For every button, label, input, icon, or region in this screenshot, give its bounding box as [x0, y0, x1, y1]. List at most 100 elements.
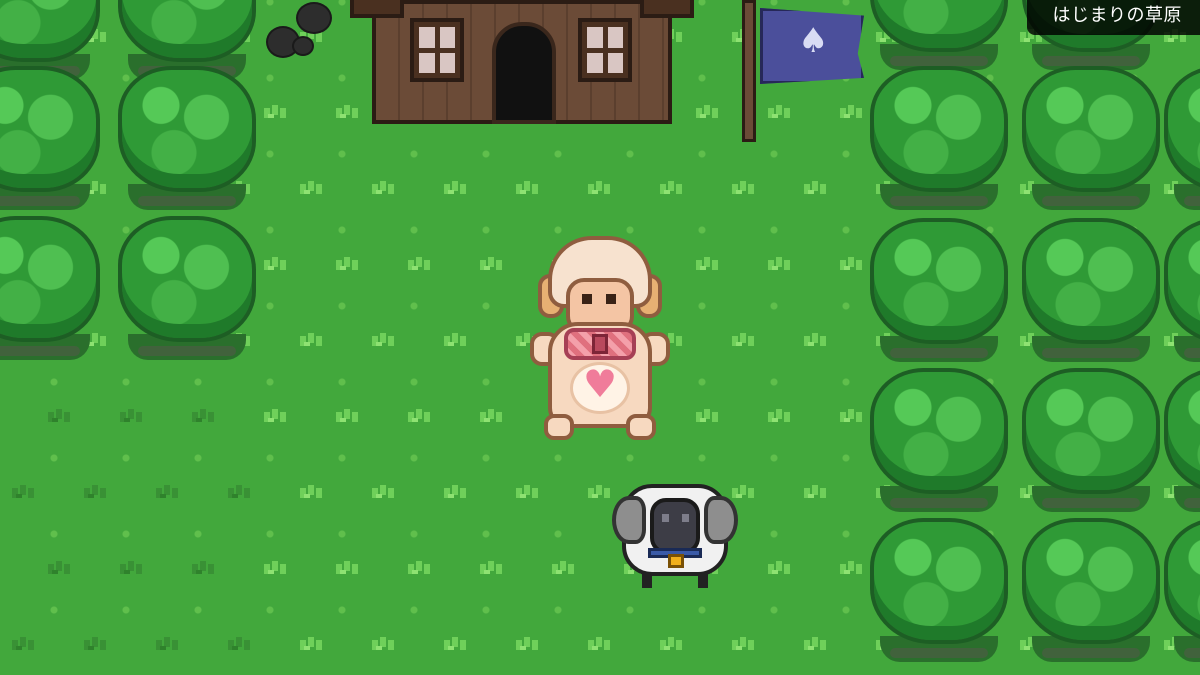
grass-tuft: [332, 258, 358, 270]
grass-tuft: [584, 486, 610, 498]
grass-tuft: [260, 410, 286, 422]
grass-tuft: [152, 486, 178, 498]
grass-tuft: [440, 182, 466, 194]
tree: [1018, 70, 1164, 210]
grass-tuft: [764, 106, 790, 118]
player-character[interactable]: ♥: [530, 236, 670, 442]
grass-tuft: [728, 182, 754, 194]
grass-tuft: [800, 486, 826, 498]
grass-tuft: [584, 638, 610, 650]
grass-tuft: [332, 410, 358, 422]
house[interactable]: [350, 0, 694, 128]
grass-tuft: [8, 638, 34, 650]
grass-tuft: [368, 486, 394, 498]
sheep-horn: [612, 496, 646, 544]
grass-tuft: [656, 182, 682, 194]
grass-tuft: [404, 258, 430, 270]
grass-tuft: [656, 638, 682, 650]
grass-tuft: [8, 486, 34, 498]
grass-tuft: [836, 106, 862, 118]
tree: [114, 220, 260, 360]
tree: [1018, 372, 1164, 512]
grass-tuft: [260, 562, 286, 574]
grass-tuft: [800, 334, 826, 346]
grass-tuft: [692, 106, 718, 118]
sheep[interactable]: [612, 480, 738, 590]
tree: [1018, 222, 1164, 362]
grass-tuft: [224, 486, 250, 498]
tree: [114, 0, 260, 80]
grass-tuft: [764, 258, 790, 270]
grass-tuft: [80, 638, 106, 650]
grass-tuft: [404, 562, 430, 574]
grass-tuft: [44, 410, 70, 422]
grass-tuft: [836, 258, 862, 270]
grass-tuft: [188, 562, 214, 574]
grass-tuft: [800, 638, 826, 650]
grass-tuft: [836, 410, 862, 422]
grass-tuft: [116, 410, 142, 422]
tree: [866, 70, 1012, 210]
grass-tuft: [188, 410, 214, 422]
grass-tuft: [368, 182, 394, 194]
grass-tuft: [728, 638, 754, 650]
grass-tuft: [800, 182, 826, 194]
grass-tuft: [440, 486, 466, 498]
tree: [0, 70, 104, 210]
tree: [866, 372, 1012, 512]
grass-tuft: [296, 334, 322, 346]
grass-tuft: [728, 334, 754, 346]
house-window: [578, 18, 632, 82]
grass-tuft: [764, 410, 790, 422]
grass-tuft: [584, 182, 610, 194]
grass-tuft: [548, 562, 574, 574]
grass-tuft: [440, 638, 466, 650]
sheep-horn: [704, 496, 738, 544]
grass-tuft: [764, 562, 790, 574]
tree: [866, 0, 1012, 70]
flag-emblem-icon: ♠: [798, 21, 829, 61]
grass-tuft: [260, 106, 286, 118]
heart-icon: ♥: [582, 362, 618, 406]
tree: [1160, 222, 1200, 362]
tree: [1160, 70, 1200, 210]
grass-tuft: [260, 258, 286, 270]
flagpole: [742, 0, 756, 142]
rocks: [266, 2, 336, 62]
grass-tuft: [368, 638, 394, 650]
grass-tuft: [692, 258, 718, 270]
house-window: [410, 18, 464, 82]
location-name-label: はじまりの草原: [1026, 0, 1200, 35]
grass-tuft: [116, 562, 142, 574]
tree: [866, 222, 1012, 362]
grass-tuft: [512, 182, 538, 194]
grass-tuft: [476, 562, 502, 574]
tree: [0, 0, 104, 80]
tree: [0, 220, 104, 360]
grass-tuft: [296, 486, 322, 498]
grass-tuft: [512, 638, 538, 650]
grass-tuft: [476, 258, 502, 270]
tree: [114, 70, 260, 210]
tree: [1160, 522, 1200, 662]
grass-tuft: [80, 486, 106, 498]
grass-tuft: [368, 334, 394, 346]
grass-tuft: [332, 562, 358, 574]
bell-icon: [668, 554, 684, 568]
house-door[interactable]: [492, 22, 556, 124]
tree: [1160, 372, 1200, 512]
grass-tuft: [152, 638, 178, 650]
sheep-head: [650, 498, 700, 554]
grass-tuft: [224, 638, 250, 650]
tree: [1018, 522, 1164, 662]
grass-tuft: [476, 410, 502, 422]
grass-tuft: [440, 334, 466, 346]
grass-tuft: [836, 562, 862, 574]
grass-tuft: [512, 486, 538, 498]
game-scene: ♠ ♥ はじまりの草原: [0, 0, 1200, 675]
grass-tuft: [296, 182, 322, 194]
grass-tuft: [404, 410, 430, 422]
grass-tuft: [44, 562, 70, 574]
grass-tuft: [692, 410, 718, 422]
grass-tuft: [332, 106, 358, 118]
